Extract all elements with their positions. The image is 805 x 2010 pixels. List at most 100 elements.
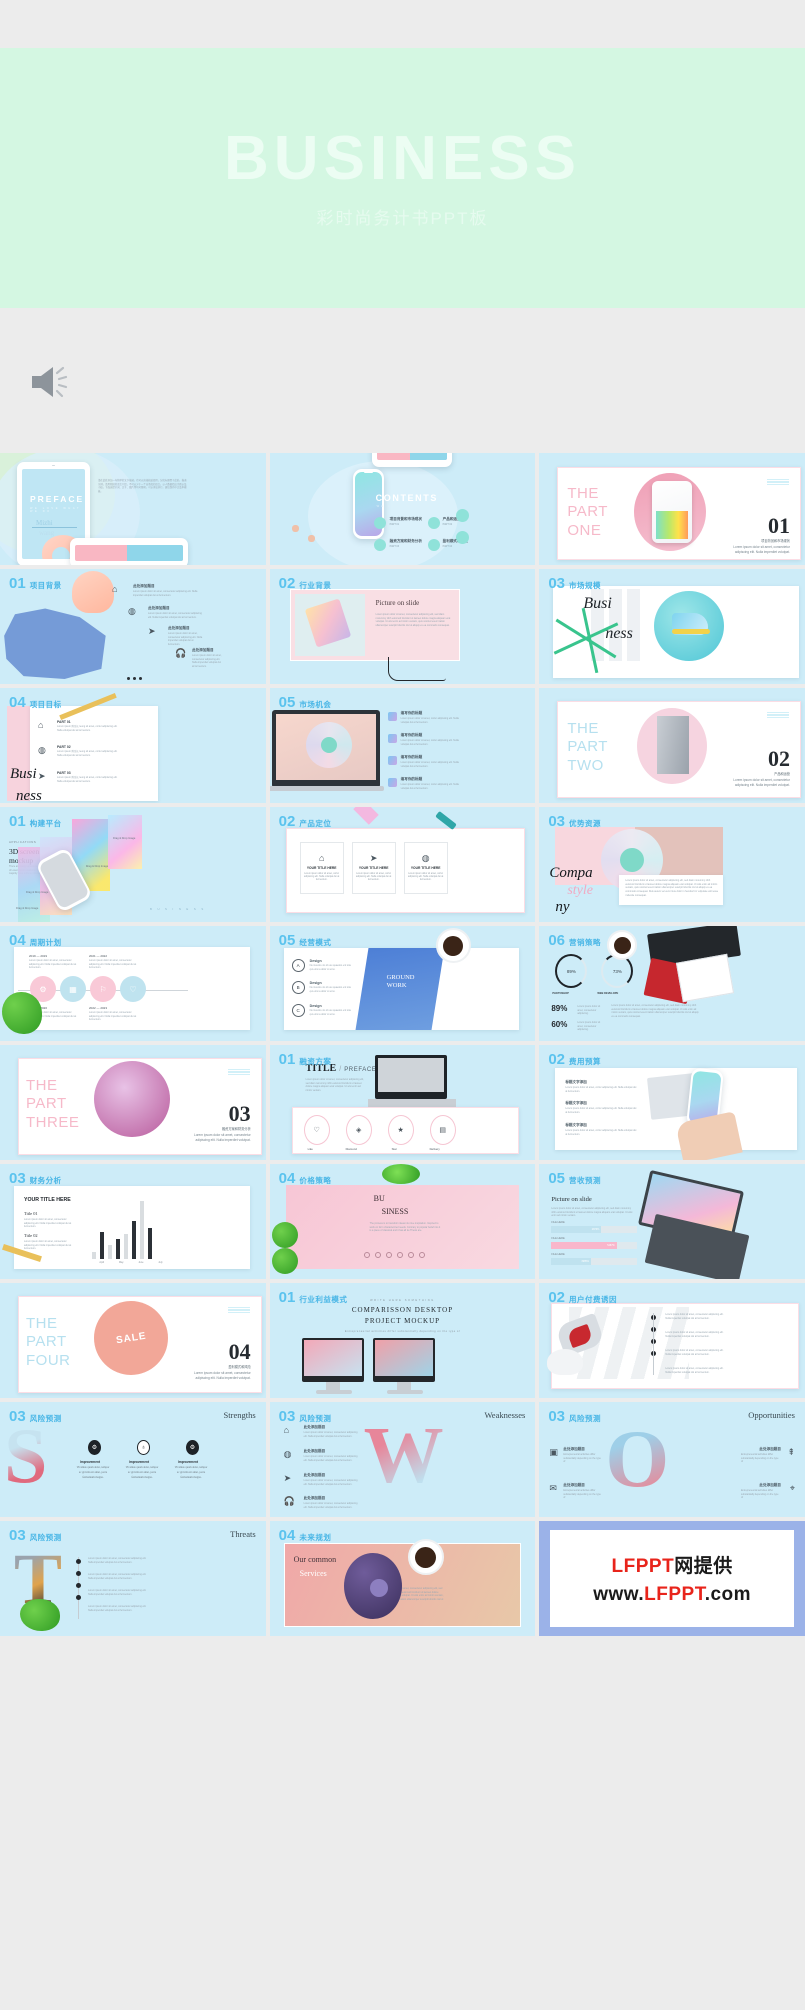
slide-thumb-part-two[interactable]: THE PART TWO 02 产品和运营 Lorem ipsum dolor …	[539, 688, 805, 803]
home-icon: ⌂	[318, 852, 325, 863]
slide-thumb-part-one[interactable]: THE PART ONE 01 项目背景和市场现状 Lorem ipsum do…	[539, 453, 805, 565]
ring-0: 89%	[555, 954, 588, 988]
calendar-icon: ▦	[69, 984, 77, 994]
slide-thumb-swot-opportunities[interactable]: 03 风险预测 Opportunities O ▣ 此处添加题目 Entrepr…	[539, 1402, 805, 1517]
financing-text: Lorem ipsum dolor sit amet, consectetur …	[305, 1078, 364, 1093]
slide-title-cn: 构建平台	[29, 819, 62, 828]
slide-title-cn: 风险预测	[569, 1414, 602, 1423]
swot-letter: O	[605, 1413, 670, 1504]
slide-title-cn: 融资方案	[299, 1057, 332, 1066]
future-title-b: Services	[299, 1569, 327, 1578]
opp-item-2-text: Lorem ipsum dolor sit amet, cortur adipi…	[400, 761, 459, 768]
slide-thumb-industry[interactable]: 02 行业背景 Picture on slide Lorem ipsum dol…	[269, 569, 536, 684]
hero-banner: BUSINESS 彩时尚务计书PPT板	[0, 48, 805, 308]
stat-1-value: 60%	[551, 1020, 568, 1029]
slide-thumb-biz-model[interactable]: 05 经营模式 A Design Ne invenire vis id usu …	[269, 926, 536, 1041]
swot-letter: W	[363, 1412, 444, 1500]
budget-item-0-title: 标题文字添加	[565, 1080, 587, 1084]
slide-thumb-swot-weaknesses[interactable]: 03 风险预测 Weaknesses W ⌂ 此处添加题目 Lorem ipsu…	[269, 1402, 536, 1517]
slide-thumb-preface[interactable]: PREFACE WE LOVE WHAT WE DO Mizhi wang 请在…	[0, 453, 266, 565]
slide-thumb-platform[interactable]: 01 构建平台 APPLICATIONS 3D screen mockup Th…	[0, 807, 266, 922]
financial-t1: Title 01	[24, 1211, 38, 1216]
star-icon: ★	[387, 1115, 414, 1145]
signpost-icon: ⚐	[99, 984, 107, 994]
swot-corner-label: Strengths	[223, 1410, 256, 1420]
slide-title-cn: 未来规划	[299, 1533, 332, 1542]
slide-thumb-revenue[interactable]: 05 营收预测 Picture on slide Lorem ipsum dol…	[539, 1164, 805, 1279]
slide-thumb-profit-model[interactable]: 01 行业利益模式 WRITE HERE SOMETHING COMPARISS…	[269, 1283, 536, 1398]
advantage-text: Lorem ipsum dolor sit amet, consectetur …	[625, 879, 719, 897]
contents-item-0-sub: PART 01	[389, 523, 400, 526]
gear-icon: ⚙	[39, 984, 47, 994]
slide-number: 03	[9, 1170, 26, 1187]
slide-number: 04	[278, 1170, 296, 1187]
product-box-1: ➤ YOUR TITLE HERE Lorem ipsum dolor sit …	[351, 842, 396, 894]
goal-part-1-label: PART 02	[57, 745, 71, 749]
watermark-url-tld: .com	[704, 1584, 752, 1605]
bg-item-2-text: Lorem ipsum dolor sit amet, consectetur …	[168, 632, 203, 647]
slide-number: 03	[9, 1527, 26, 1544]
slide-thumb-financial[interactable]: 03 财务分析 YOUR TITLE HERE Title 01 Lorem i…	[0, 1164, 266, 1279]
slide-thumb-opportunity[interactable]: 05 市场机会 填写你的标题 Lorem ipsum dolor sit ame…	[269, 688, 536, 803]
financial-t2-text: Lorem ipsum dolor sit amet, consectetur …	[24, 1240, 72, 1251]
speaker-icon[interactable]	[26, 362, 72, 402]
preface-title: PREFACE	[30, 494, 85, 504]
financing-icon-0-label: Like	[307, 1147, 313, 1151]
slide-number: 01	[9, 813, 26, 830]
slide-thumb-part-four[interactable]: THE PART FOUR SALE 04 盈利模式和风险 Lorem ipsu…	[0, 1283, 266, 1398]
stat-0-label: Lorem ipsum dolor sit amet, consectetur …	[577, 1005, 601, 1016]
goal-part-1-text: Lorem ipsum 附全长 leung sit amet, cortur a…	[57, 750, 118, 757]
preface-body: 请在此处添加一句简单的文字描述，也可以直接粘贴使用，分段标题置于此处。描述示例，…	[98, 479, 187, 494]
preface-script2: wang	[39, 529, 55, 537]
slide-thumb-goal[interactable]: 04 项目目标 ⌂ PART 01 Lorem ipsum 附全长 leung …	[0, 688, 266, 803]
revenue-bar-2: 3985%	[551, 1258, 638, 1265]
schedule-0-range: 2019 — 2019	[29, 954, 48, 958]
slide-number: 06	[548, 932, 566, 949]
product-box-2-text: Lorem ipsum dolor sit amet, cortur adipi…	[408, 872, 444, 882]
page-subtitle: 彩时尚务计书PPT板	[316, 208, 489, 228]
slide-thumb-swot-strengths[interactable]: 03 风险预测 Strengths S ⚙ Improvement Vivamu…	[0, 1402, 266, 1517]
slide-thumb-part-three[interactable]: THE PART THREE 03 融资方案和财务分析 Lorem ipsum …	[0, 1045, 266, 1160]
slide-number: 03	[9, 1408, 26, 1425]
budget-item-1-text: Lorem ipsum dolor sit amet, cortur adipi…	[565, 1107, 637, 1114]
swot-corner-label: Threats	[230, 1529, 256, 1539]
part-two-cap: Lorem ipsum dolor sit amet, consectetur …	[733, 778, 790, 787]
slide-thumb-budget[interactable]: 02 费用预算 标题文字添加 Lorem ipsum dolor sit ame…	[539, 1045, 805, 1160]
slide-thumb-background[interactable]: 01 项目背景 ⌂ 此处添加题目 Lorem ipsum dolor sit a…	[0, 569, 266, 684]
slide-thumb-product-pos[interactable]: 02 产品定位 ⌂ YOUR TITLE HERE Lorem ipsum do…	[269, 807, 536, 922]
headphones-icon: 🎧	[283, 1496, 295, 1506]
bg-item-1-text: Lorem ipsum dolor sit amet, consectetur …	[148, 612, 202, 619]
slide-thumb-advantage[interactable]: 03 优势资源 Lorem ipsum dolor sit amet, cons…	[539, 807, 805, 922]
biz-row-1-title: Design	[309, 981, 322, 985]
slide-thumb-paying[interactable]: 02 用户付费诱因 Lorem ipsum dolor sit amet, co…	[539, 1283, 805, 1398]
slide-thumb-future[interactable]: 04 未来规划 Our common Services Lorem ipsum …	[269, 1521, 536, 1636]
slide-label: 01 构建平台	[9, 814, 62, 829]
slide-thumb-market-size[interactable]: 03 市场规模 Busi ness	[539, 569, 805, 684]
slide-thumb-pricing[interactable]: 04 价格策略 BU SINESS The process is to tran…	[269, 1164, 536, 1279]
swot-corner-label: Opportunities	[748, 1410, 795, 1420]
slide-label: 01 行业利益模式	[279, 1290, 348, 1305]
slide-label: 01 项目背景	[9, 576, 62, 591]
slide-number: 01	[278, 1051, 296, 1068]
slide-thumb-contents[interactable]: CONTENTS WE LOVE WHAT WE DO 项目背景和市场现状 PA…	[269, 453, 536, 565]
slide-label: 03 风险预测	[9, 1528, 62, 1543]
slide-thumb-marketing[interactable]: 06 营销策略 89% PHOTOSHOP 73% WEB DEVELOPE 8…	[539, 926, 805, 1041]
slide-number: 03	[548, 813, 566, 830]
slide-thumb-swot-threats[interactable]: 03 风险预测 Threats T Lorem ipsum dolor sit …	[0, 1521, 266, 1636]
product-box-2: ◍ YOUR TITLE HERE Lorem ipsum dolor sit …	[403, 842, 448, 894]
swot-o-left-1-text: Entrepreneurial activities differ substa…	[563, 1489, 601, 1500]
goal-part-0-label: PART 01	[57, 720, 71, 724]
revenue-title: Picture on slide	[551, 1196, 592, 1203]
biz-row-0-title: Design	[309, 959, 322, 963]
slide-title-cn: 产品定位	[299, 819, 332, 828]
watermark-url-brand: LFPPT	[644, 1584, 705, 1605]
swot-corner-label: Weaknesses	[484, 1410, 526, 1420]
slide-thumb-schedule[interactable]: 04 周期计划 ⚙ ▦ ⚐ ♡ 2019 — 2019 Lorem ipsum …	[0, 926, 266, 1041]
slide-number: 05	[278, 932, 296, 949]
slide-thumb-financing[interactable]: 01 融资方案 TITLE / PREFACE Lorem ipsum dolo…	[269, 1045, 536, 1160]
biz-row-0-text: Ne invenire vis id usu quaestio ent tota…	[309, 964, 351, 971]
biz-row-1-text: Ne invenire vis id usu quaestio ent tota…	[309, 986, 351, 993]
part-two-number: 02	[767, 746, 790, 771]
slide-title-cn: 经营模式	[299, 938, 332, 947]
product-box-0: ⌂ YOUR TITLE HERE Lorem ipsum dolor sit …	[299, 842, 344, 894]
